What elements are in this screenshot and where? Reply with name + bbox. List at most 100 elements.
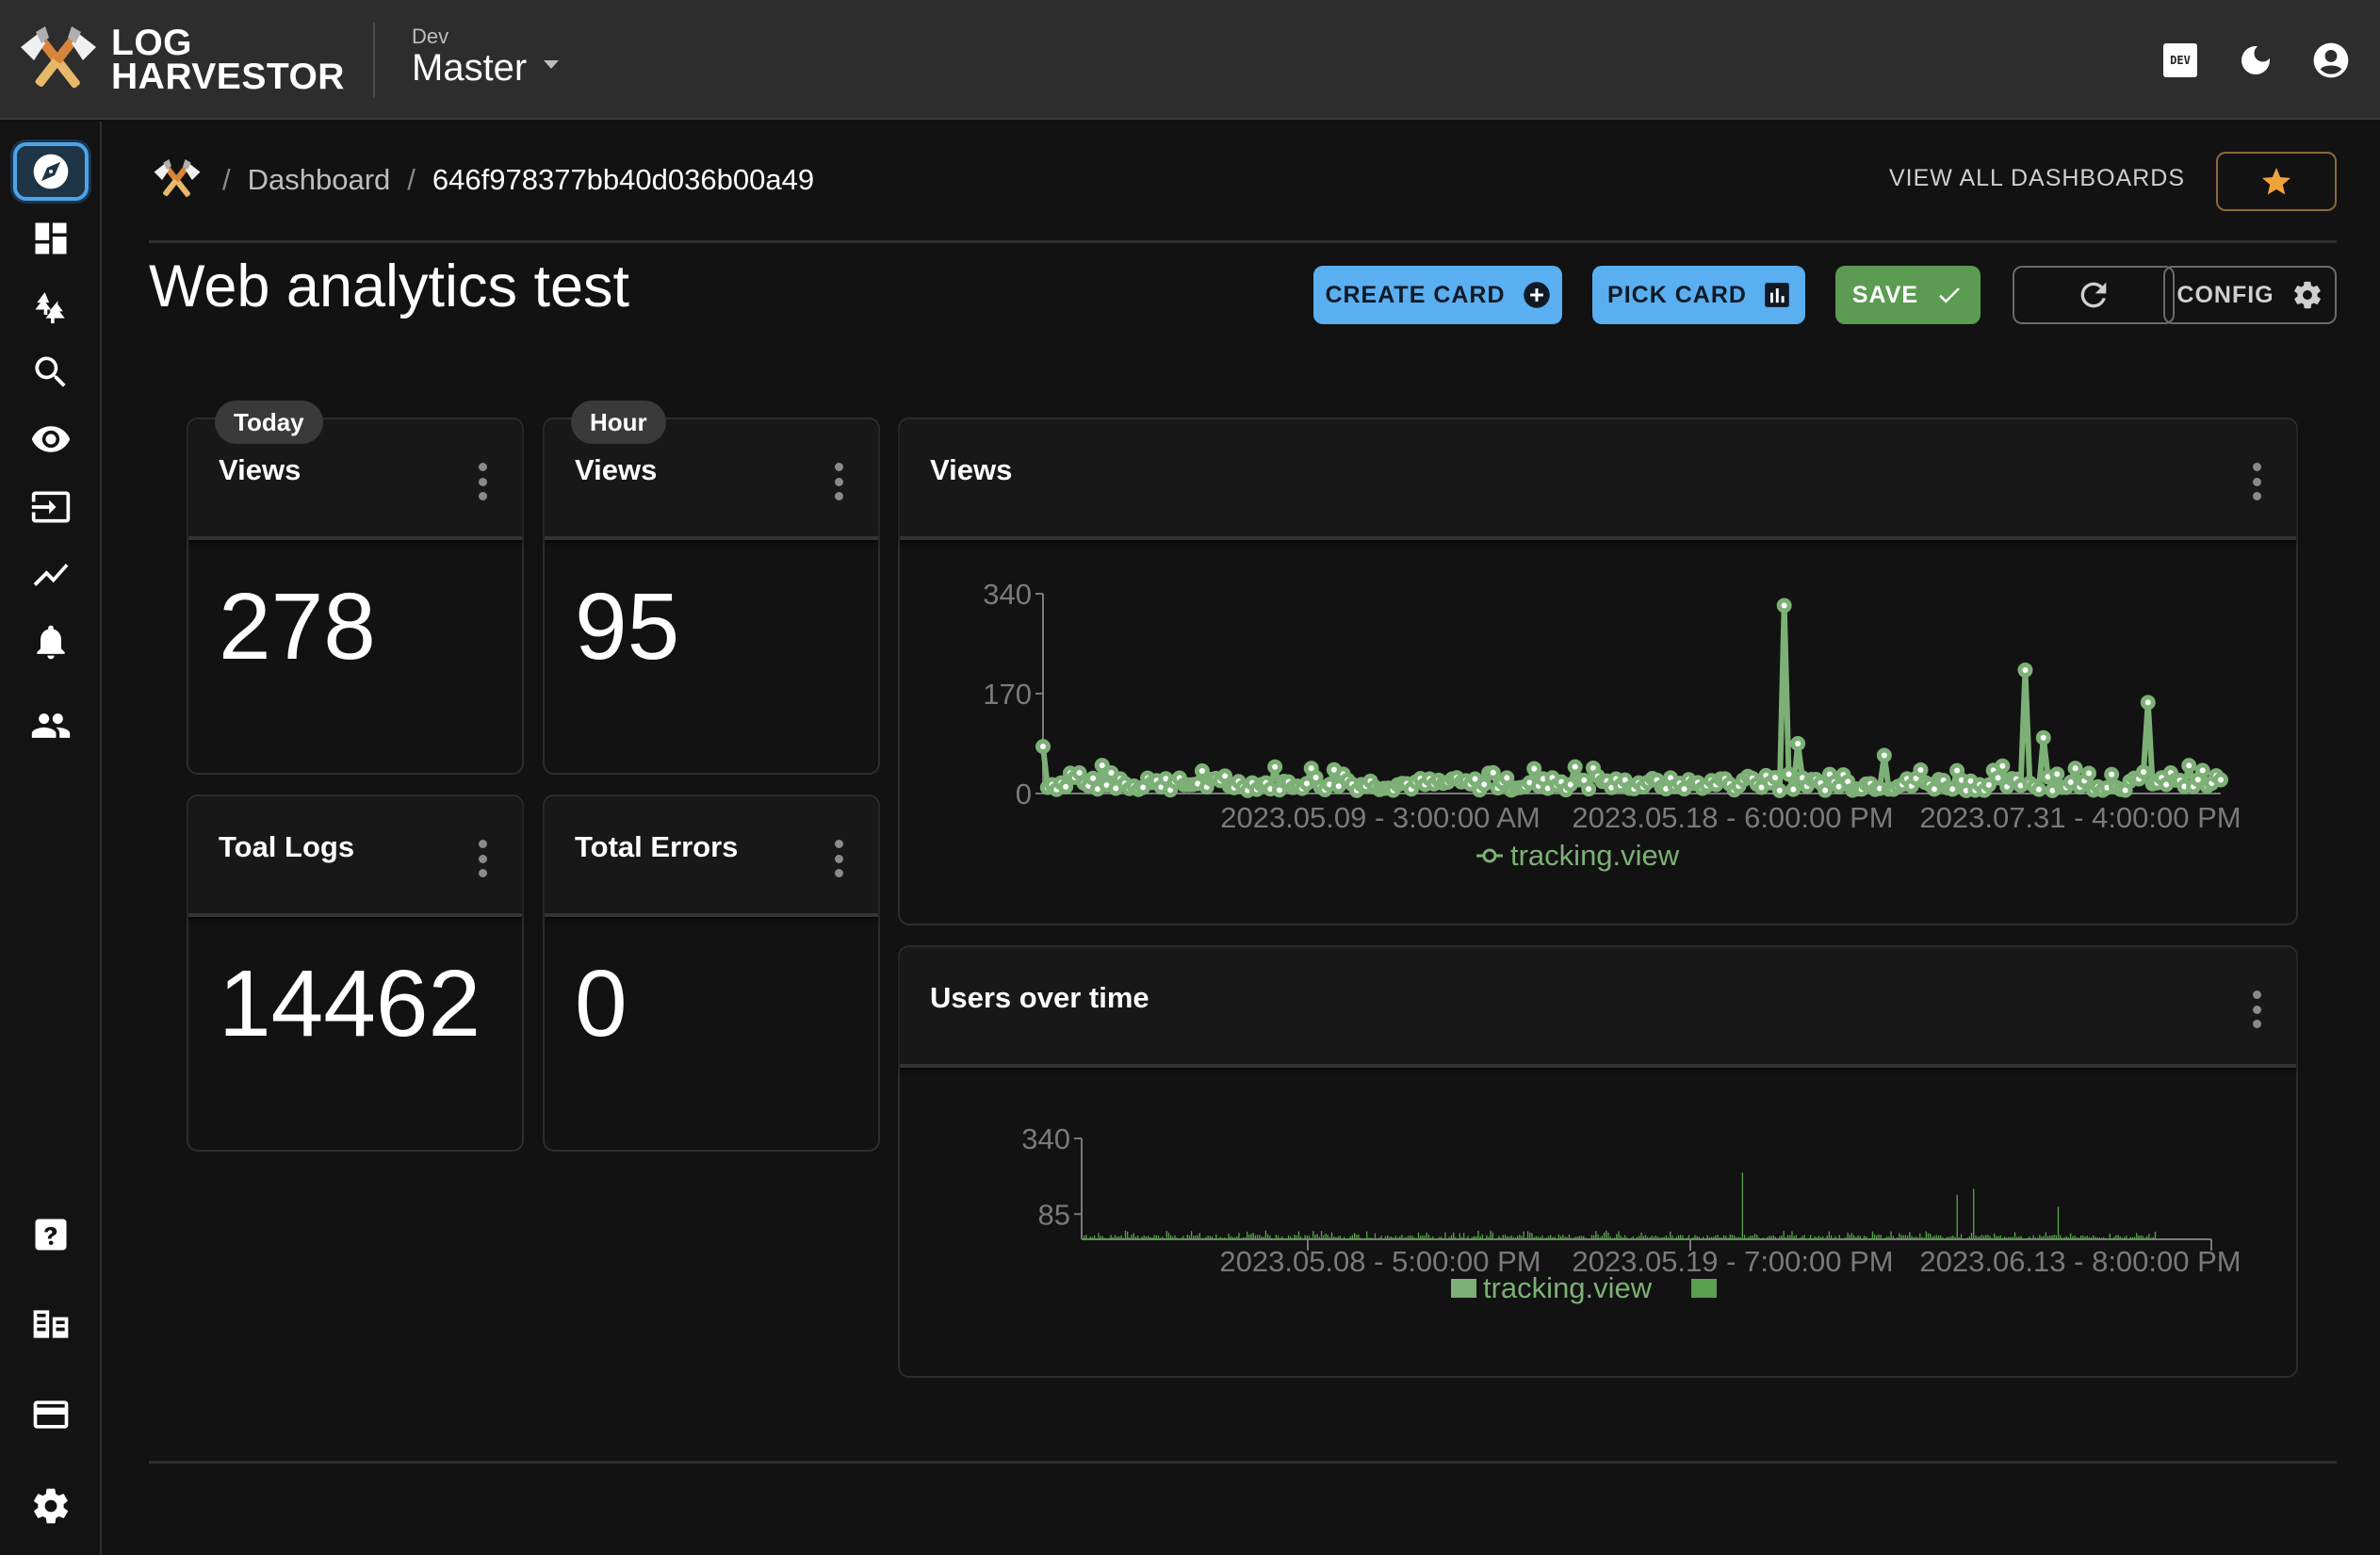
save-button[interactable]: SAVE bbox=[1835, 266, 1981, 324]
bar bbox=[1252, 1233, 1254, 1239]
home-logo-icon[interactable] bbox=[149, 159, 205, 201]
sidebar-item-input[interactable] bbox=[13, 478, 89, 536]
more-vert-icon[interactable] bbox=[477, 840, 488, 877]
bar bbox=[1824, 1237, 1826, 1239]
bar bbox=[1675, 1236, 1677, 1239]
more-vert-icon[interactable] bbox=[833, 840, 844, 877]
bar bbox=[1599, 1236, 1601, 1239]
bar bbox=[1628, 1238, 1630, 1239]
bar bbox=[1797, 1238, 1800, 1239]
bar bbox=[1356, 1234, 1358, 1239]
bar bbox=[1244, 1236, 1247, 1239]
bar bbox=[1306, 1236, 1308, 1239]
bar bbox=[1677, 1235, 1680, 1239]
bar bbox=[1358, 1235, 1360, 1239]
more-vert-icon[interactable] bbox=[477, 463, 488, 500]
bar bbox=[2093, 1235, 2095, 1239]
bar bbox=[1394, 1236, 1397, 1239]
bar bbox=[1176, 1237, 1178, 1239]
bar bbox=[1731, 1235, 1734, 1239]
dev-button[interactable]: DEV bbox=[2143, 23, 2218, 98]
sidebar-item-forests[interactable] bbox=[13, 275, 89, 334]
bar bbox=[1259, 1235, 1261, 1239]
bar bbox=[1422, 1235, 1424, 1239]
sidebar-item-settings[interactable] bbox=[13, 1477, 89, 1535]
sidebar-item-alerts[interactable] bbox=[13, 613, 89, 671]
account-button[interactable] bbox=[2293, 23, 2369, 98]
bar bbox=[1427, 1235, 1430, 1239]
bar bbox=[1446, 1238, 1448, 1239]
bar bbox=[1607, 1232, 1609, 1239]
sidebar-item-users[interactable] bbox=[13, 696, 89, 755]
data-point-center bbox=[1272, 763, 1279, 770]
legend-swatch bbox=[1451, 1279, 1476, 1298]
bar bbox=[1143, 1235, 1145, 1239]
more-vert-icon[interactable] bbox=[833, 463, 844, 500]
bar bbox=[2055, 1235, 2057, 1239]
bar bbox=[1568, 1234, 1571, 1239]
bar bbox=[1981, 1235, 1983, 1239]
data-point-center bbox=[1113, 785, 1119, 792]
bar bbox=[1492, 1232, 1494, 1239]
bar bbox=[1228, 1233, 1230, 1239]
bar bbox=[1310, 1237, 1312, 1239]
sidebar-item-explore[interactable] bbox=[13, 142, 89, 201]
sidebar-item-billing[interactable] bbox=[13, 1385, 89, 1444]
refresh-icon bbox=[2080, 282, 2107, 308]
bar bbox=[1871, 1231, 1874, 1239]
bar bbox=[1750, 1236, 1752, 1239]
bar bbox=[1547, 1236, 1550, 1239]
sidebar-item-watch[interactable] bbox=[13, 410, 89, 468]
bar bbox=[1178, 1238, 1181, 1239]
bar bbox=[1368, 1237, 1370, 1239]
favorite-button[interactable] bbox=[2216, 152, 2337, 211]
data-point-center bbox=[2054, 771, 2061, 778]
bar bbox=[1830, 1235, 1833, 1239]
environment-value: Master bbox=[412, 47, 528, 89]
config-button[interactable]: CONFIG bbox=[2163, 266, 2337, 324]
bar bbox=[1894, 1237, 1897, 1239]
app-logo[interactable]: LOG HARVESTOR bbox=[13, 25, 345, 96]
sidebar-item-docs[interactable] bbox=[13, 1295, 89, 1353]
bar bbox=[1585, 1237, 1587, 1239]
environment-selector[interactable]: Dev Master bbox=[412, 25, 560, 90]
bar bbox=[1620, 1236, 1622, 1239]
theme-toggle-button[interactable] bbox=[2218, 23, 2293, 98]
bar bbox=[2117, 1235, 2119, 1239]
bar bbox=[1238, 1233, 1240, 1239]
bar bbox=[2039, 1235, 2041, 1239]
bar bbox=[2154, 1231, 2157, 1239]
legend-item[interactable]: tracking.view bbox=[1476, 839, 1680, 872]
bar bbox=[1193, 1236, 1195, 1239]
bar bbox=[1866, 1236, 1867, 1239]
bar bbox=[1873, 1234, 1876, 1239]
sidebar-item-dashboards[interactable] bbox=[13, 209, 89, 268]
sidebar-item-analytics[interactable] bbox=[13, 546, 89, 604]
bar bbox=[1465, 1237, 1467, 1239]
refresh-button[interactable] bbox=[2013, 266, 2175, 324]
sidebar-item-help[interactable] bbox=[13, 1205, 89, 1264]
bar bbox=[1221, 1237, 1224, 1239]
bar bbox=[1655, 1235, 1657, 1239]
breadcrumb-dashboard-link[interactable]: Dashboard bbox=[248, 163, 391, 197]
bar bbox=[1386, 1235, 1389, 1239]
data-point-center bbox=[1222, 773, 1229, 779]
view-all-dashboards-link[interactable]: VIEW ALL DASHBOARDS bbox=[1889, 165, 2185, 192]
footer-divider-line bbox=[149, 1461, 2337, 1464]
data-point-center bbox=[1881, 752, 1887, 759]
bar bbox=[2098, 1237, 2100, 1239]
bar bbox=[1370, 1237, 1372, 1239]
bar bbox=[1160, 1237, 1162, 1239]
pick-card-button[interactable]: PICK CARD bbox=[1592, 266, 1805, 324]
bar bbox=[1927, 1233, 1930, 1239]
data-point-center bbox=[1198, 768, 1205, 775]
bar bbox=[1114, 1235, 1117, 1239]
bar bbox=[1869, 1237, 1871, 1239]
bar bbox=[1335, 1236, 1337, 1239]
bar bbox=[1715, 1236, 1717, 1239]
create-card-button[interactable]: CREATE CARD bbox=[1313, 266, 1562, 324]
sidebar-item-search[interactable] bbox=[13, 343, 89, 401]
bar bbox=[1521, 1236, 1523, 1239]
bar bbox=[1663, 1236, 1665, 1239]
bar bbox=[1753, 1234, 1756, 1239]
